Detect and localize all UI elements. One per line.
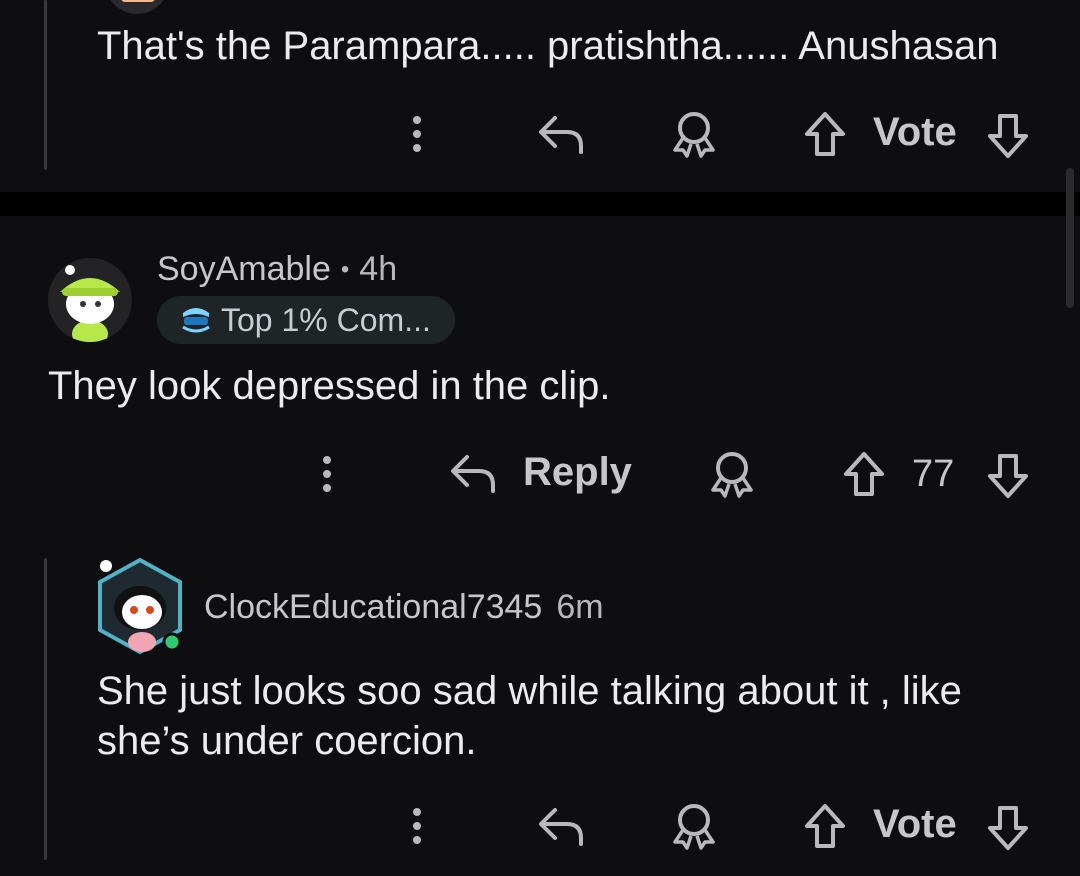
snoo-avatar-icon xyxy=(98,557,182,655)
comment-text-reply-line1: She just looks soo sad while talking abo… xyxy=(97,669,962,713)
downvote-button-top[interactable] xyxy=(986,112,1030,160)
vote-count-main: 77 xyxy=(912,453,955,495)
snoo-avatar-icon xyxy=(60,265,120,342)
downvote-button-main[interactable] xyxy=(986,452,1030,500)
award-icon xyxy=(673,804,715,850)
comment-meta-reply: ClockEducational7345 6m xyxy=(204,588,604,627)
downvote-arrow-icon xyxy=(988,454,1028,498)
upvote-button-reply[interactable] xyxy=(803,802,847,850)
thread-line-top xyxy=(44,0,47,170)
award-button-top[interactable] xyxy=(671,110,717,158)
upvote-button-top[interactable] xyxy=(803,110,847,158)
downvote-arrow-icon xyxy=(988,114,1028,158)
meta-separator: • xyxy=(340,255,350,283)
more-options-button-reply[interactable] xyxy=(405,806,429,846)
upvote-button-main[interactable] xyxy=(842,450,886,498)
reply-arrow-icon xyxy=(451,454,495,493)
thread-divider xyxy=(0,192,1080,216)
reply-arrow-icon xyxy=(539,808,583,846)
reply-arrow-icon xyxy=(539,116,583,154)
more-options-button-top[interactable] xyxy=(405,114,429,154)
comment-text-main: They look depressed in the clip. xyxy=(48,364,611,408)
award-icon xyxy=(673,112,715,158)
upvote-arrow-icon xyxy=(805,804,845,848)
upvote-arrow-icon xyxy=(805,112,845,156)
comment-text-reply-line2: she’s under coercion. xyxy=(97,719,477,763)
more-options-button-main[interactable] xyxy=(315,454,339,494)
reply-button-main[interactable]: Reply xyxy=(449,450,632,495)
comment-text-reply: She just looks soo sad while talking abo… xyxy=(97,666,962,766)
scrollbar-thumb[interactable] xyxy=(1066,168,1074,308)
upvote-arrow-icon xyxy=(844,452,884,496)
avatar-clockeducational[interactable] xyxy=(94,556,186,660)
vote-label-reply: Vote xyxy=(873,802,957,846)
avatar-top-partial[interactable] xyxy=(105,0,169,14)
username-clockeducational[interactable]: ClockEducational7345 xyxy=(204,588,542,627)
award-button-reply[interactable] xyxy=(671,802,717,850)
thread-line-reply xyxy=(44,558,47,860)
reply-label: Reply xyxy=(523,450,632,494)
more-vertical-icon xyxy=(413,808,421,844)
downvote-button-reply[interactable] xyxy=(986,804,1030,852)
vote-label-top: Vote xyxy=(873,110,957,154)
achievement-badge[interactable]: Top 1% Com... xyxy=(157,296,455,344)
more-vertical-icon xyxy=(323,456,331,492)
comment-time-main: 4h xyxy=(359,250,398,288)
more-vertical-icon xyxy=(413,116,421,152)
award-button-main[interactable] xyxy=(709,450,755,498)
username-soyamable[interactable]: SoyAmable xyxy=(157,250,331,289)
reply-button-reply[interactable] xyxy=(537,804,585,848)
avatar-soyamable[interactable] xyxy=(48,258,132,342)
top-commenter-badge-icon xyxy=(182,308,210,333)
badge-label: Top 1% Com... xyxy=(221,301,431,338)
comment-text-top: That's the Parampara..... pratishtha....… xyxy=(97,24,999,68)
comment-time-reply: 6m xyxy=(556,588,604,626)
award-icon xyxy=(711,452,753,498)
comment-meta-main: SoyAmable • 4h xyxy=(157,250,397,289)
reply-button-top[interactable] xyxy=(537,112,585,156)
downvote-arrow-icon xyxy=(988,806,1028,850)
